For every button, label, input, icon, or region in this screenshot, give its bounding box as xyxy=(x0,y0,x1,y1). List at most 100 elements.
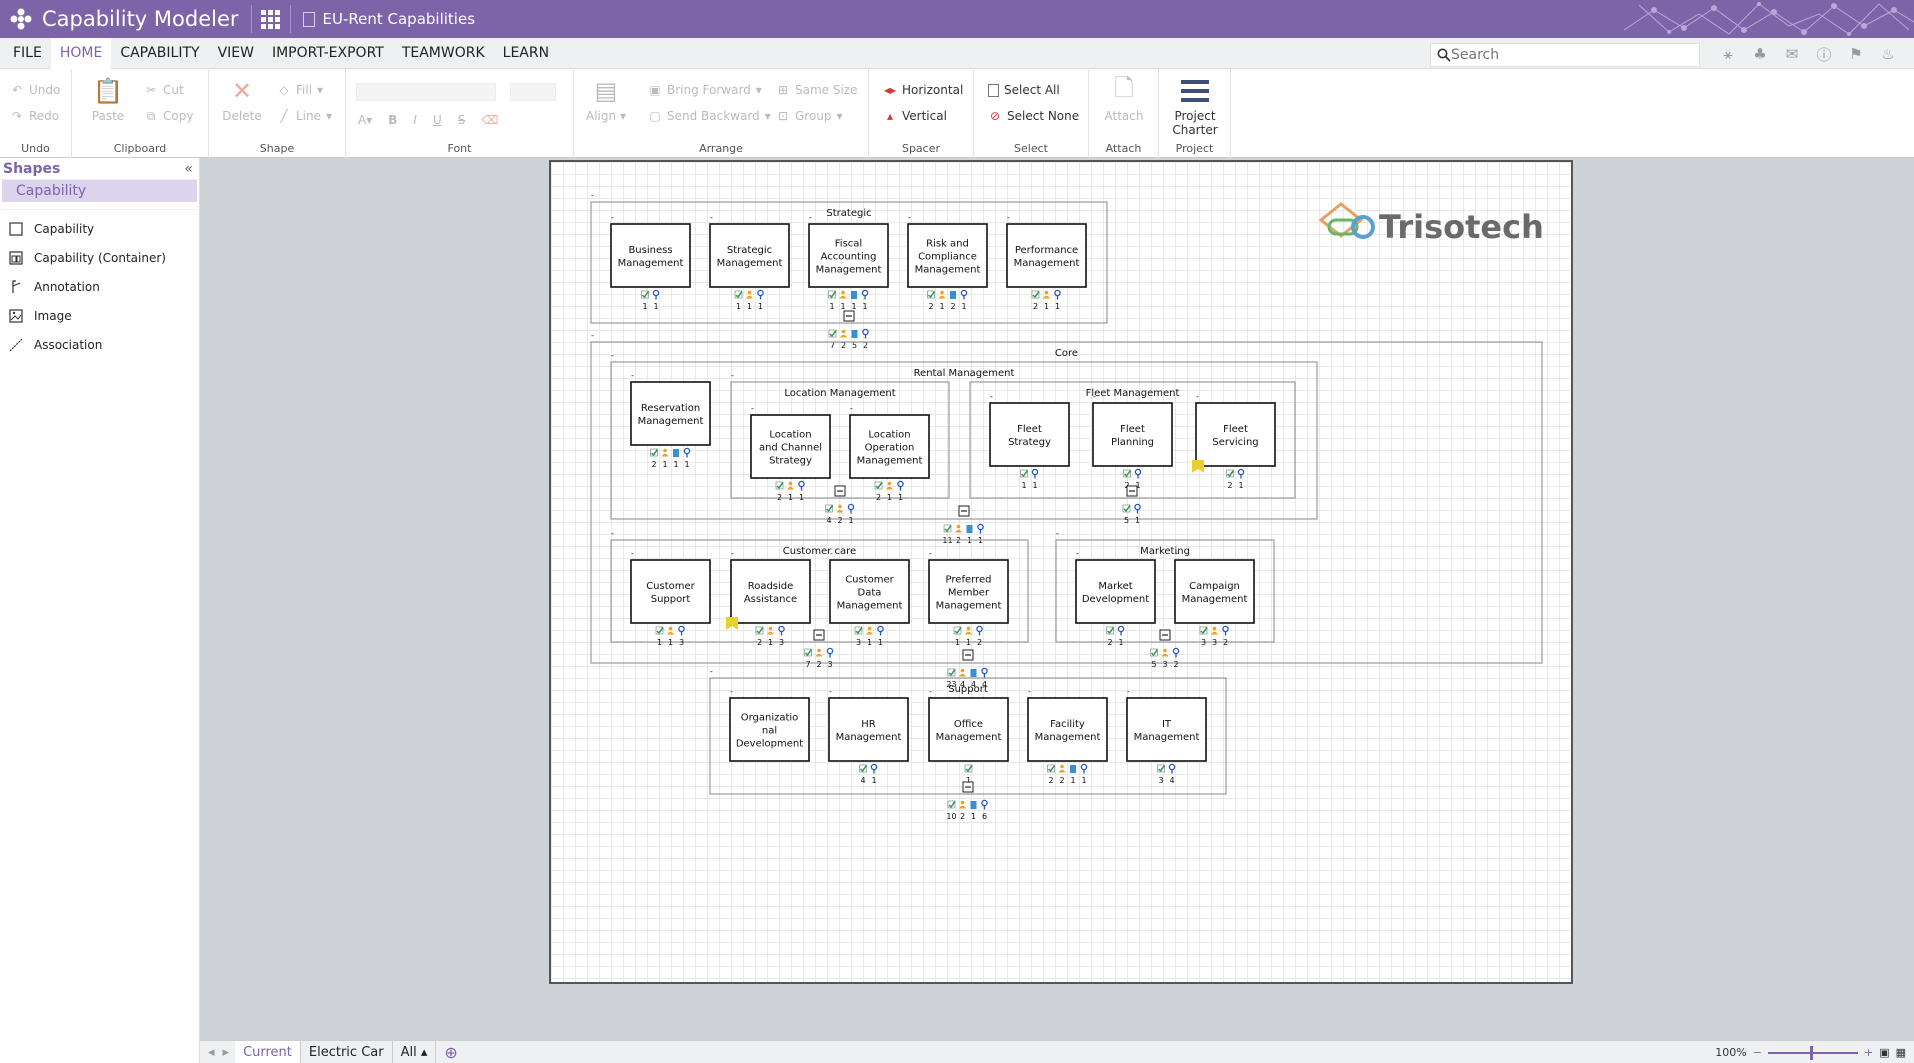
fit-page-icon[interactable]: ▣ xyxy=(1879,1046,1889,1059)
align-button[interactable]: ▤ Align ▾ xyxy=(584,77,628,123)
menu-teamwork[interactable]: TEAMWORK xyxy=(393,38,494,69)
ribbon-group-clipboard: 📋 Paste ✂ Cut ⧉ Copy Clipboard xyxy=(72,69,209,158)
redo-button[interactable]: ↷ Redo xyxy=(10,109,59,123)
flag-icon[interactable]: ⚑ xyxy=(1846,44,1866,64)
support-container-title: Support xyxy=(948,684,988,695)
font-family-select[interactable] xyxy=(356,83,496,101)
hierarchy-icon[interactable]: ♣ xyxy=(1750,44,1770,64)
collapse-toggle[interactable] xyxy=(1159,629,1171,641)
fit-width-icon[interactable]: ▦ xyxy=(1896,1046,1906,1059)
pin-icon xyxy=(960,289,968,300)
share-icon[interactable]: ⚹ xyxy=(1718,44,1738,64)
project-charter-button[interactable]: Project Charter xyxy=(1163,77,1227,137)
zoom-controls: 100% − + ▣ ▦ xyxy=(1715,1041,1914,1063)
pin-icon xyxy=(1172,647,1180,658)
collapse-toggle[interactable] xyxy=(843,310,855,322)
collapse-toggle[interactable] xyxy=(834,485,846,497)
bring-forward-button[interactable]: ▣ Bring Forward ▾ xyxy=(648,83,762,97)
line-button[interactable]: ╱ Line ▾ xyxy=(277,109,332,123)
paste-button[interactable]: 📋 Paste xyxy=(88,77,128,123)
bring-forward-icon: ▣ xyxy=(649,83,661,97)
fill-button[interactable]: ◇ Fill ▾ xyxy=(277,83,323,97)
shape-item-capability[interactable]: Capability xyxy=(0,214,199,243)
document-icon xyxy=(851,291,857,299)
menu-file[interactable]: FILE xyxy=(4,38,51,69)
shape-category-selected[interactable]: Capability xyxy=(2,180,197,202)
square-icon xyxy=(8,221,24,237)
tab-all[interactable]: All ▴ xyxy=(393,1040,437,1063)
container-marker: - xyxy=(731,371,734,380)
tab-current[interactable]: Current xyxy=(235,1040,301,1063)
vertical-spacer-button[interactable]: ▴ Vertical xyxy=(883,109,947,123)
strikethrough-icon[interactable]: S xyxy=(458,113,466,127)
badge-count: 4 xyxy=(1169,776,1174,785)
underline-icon[interactable]: U xyxy=(433,113,442,127)
tab-nav-left-icon[interactable]: ◂ xyxy=(200,1045,223,1060)
collapse-toggle[interactable] xyxy=(1126,485,1138,497)
undo-button[interactable]: ↶ Undo xyxy=(10,83,60,97)
zoom-slider[interactable] xyxy=(1767,1045,1858,1060)
annotation-flag-icon[interactable] xyxy=(726,617,738,630)
shape-item-association[interactable]: Association xyxy=(0,330,199,359)
menu-view[interactable]: VIEW xyxy=(209,38,263,69)
same-size-button[interactable]: ⊞ Same Size xyxy=(776,83,858,97)
capability-marker: - xyxy=(929,549,932,558)
badge-count: 1 xyxy=(1044,302,1049,311)
collapse-toggle[interactable] xyxy=(962,781,974,793)
delete-button[interactable]: ✕ Delete xyxy=(221,77,263,123)
core-container-title: Core xyxy=(1055,348,1078,359)
badge-count: 2 xyxy=(960,812,965,821)
collapse-toggle[interactable] xyxy=(962,649,974,661)
search-input[interactable] xyxy=(1451,47,1691,63)
collapse-toggle[interactable] xyxy=(958,505,970,517)
tab-nav-right-icon[interactable]: ▸ xyxy=(223,1045,236,1060)
chat-icon[interactable]: ✉ xyxy=(1782,44,1802,64)
add-tab-icon[interactable]: ⊕ xyxy=(436,1043,465,1062)
collapse-toggle[interactable] xyxy=(813,629,825,641)
cut-button[interactable]: ✂ Cut xyxy=(144,83,184,97)
search-icon xyxy=(1437,48,1451,62)
check-icon xyxy=(927,290,936,299)
search-box xyxy=(1430,43,1700,67)
shape-item-annotation[interactable]: Annotation xyxy=(0,272,199,301)
menu-import-export[interactable]: IMPORT-EXPORT xyxy=(263,38,393,69)
select-none-button[interactable]: ⊘ Select None xyxy=(988,109,1079,123)
bold-icon[interactable]: B xyxy=(388,113,397,127)
person-icon xyxy=(866,626,873,635)
badge-count: 4 xyxy=(860,776,865,785)
horizontal-spacer-button[interactable]: ◂▸ Horizontal xyxy=(883,83,963,97)
pin-icon xyxy=(981,667,988,678)
container-marker: - xyxy=(1056,529,1059,538)
clear-format-icon[interactable]: ⌫ xyxy=(481,113,498,127)
collapse-icon[interactable]: « xyxy=(184,161,193,177)
italic-icon[interactable]: I xyxy=(413,113,417,127)
menu-home[interactable]: HOME xyxy=(50,37,112,69)
group-button[interactable]: ⊡ Group ▾ xyxy=(776,109,843,123)
ribbon-group-spacer: ◂▸ Horizontal ▴ Vertical Spacer xyxy=(869,69,974,158)
fire-icon[interactable]: ♨ xyxy=(1878,44,1898,64)
ribbon-group-label: Project xyxy=(1175,142,1214,155)
menu-capability[interactable]: CAPABILITY xyxy=(111,38,208,69)
shape-item-image[interactable]: Image xyxy=(0,301,199,330)
capability-marker: - xyxy=(829,687,832,696)
diagram-canvas[interactable]: Trisotech - Strategic - Business Management 1 1… xyxy=(549,160,1573,984)
menu-learn[interactable]: LEARN xyxy=(494,38,558,69)
zoom-in-icon[interactable]: + xyxy=(1864,1046,1873,1059)
tab-electric-car[interactable]: Electric Car xyxy=(301,1040,393,1063)
shape-item-container[interactable]: Capability (Container) xyxy=(0,243,199,272)
check-icon xyxy=(828,290,837,299)
apps-grid-icon[interactable] xyxy=(260,8,282,30)
copy-button[interactable]: ⧉ Copy xyxy=(144,109,194,123)
font-color-icon[interactable]: A▾ xyxy=(358,113,372,127)
attach-button[interactable]: 🗋 Attach xyxy=(1101,74,1147,124)
select-all-button[interactable]: Select All xyxy=(988,83,1060,97)
person-icon xyxy=(959,668,966,677)
font-size-select[interactable] xyxy=(510,83,556,101)
check-icon xyxy=(641,290,650,299)
send-backward-button[interactable]: ▢ Send Backward ▾ xyxy=(648,109,770,123)
document-title[interactable]: EU-Rent Capabilities xyxy=(323,10,476,28)
info-icon[interactable]: ⓘ xyxy=(1814,44,1834,64)
annotation-flag-icon[interactable] xyxy=(1192,460,1204,473)
zoom-out-icon[interactable]: − xyxy=(1753,1046,1762,1059)
ribbon-group-select: Select All ⊘ Select None Select xyxy=(974,69,1089,158)
